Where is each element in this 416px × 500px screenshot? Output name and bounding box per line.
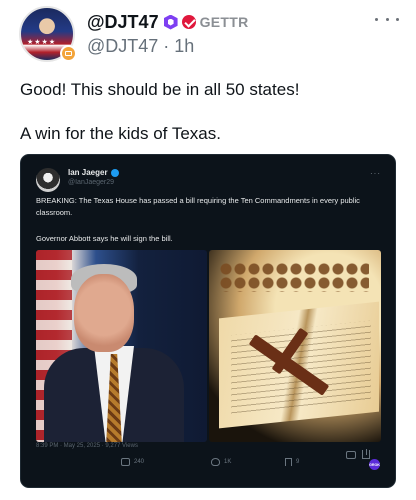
post-header: ★★★★ @DJT47 GETTR @DJT47 · 1h [19,6,399,66]
embedded-avatar[interactable] [36,168,60,192]
embedded-meta: 8:39 PM · May 25, 2025 · 9,277 Views [36,443,138,449]
blue-verified-icon [110,168,119,177]
bookmark-count: 9 [296,459,300,465]
more-options-icon[interactable] [375,14,399,24]
handle-and-time: @DJT47 · 1h [87,36,195,56]
embedded-text-2: Governor Abbott says he will sign the bi… [36,234,173,243]
retweet-icon [121,458,130,466]
post-text-line-1: Good! This should be in all 50 states! [20,80,300,99]
photo-bible-cross[interactable] [209,250,381,442]
rosary-beads [219,262,369,292]
post-text-line-2: A win for the kids of Texas. [20,124,221,143]
verified-hexagon-icon [163,14,178,30]
bookmark-button[interactable]: 9 [285,458,299,466]
photo-governor[interactable] [36,250,207,442]
retweet-button[interactable]: 240 [121,458,144,466]
embedded-actions: 240 1K 9 [36,458,386,472]
retweet-count: 240 [134,459,145,465]
gettr-check-icon [181,15,196,29]
avatar-stars-icon: ★★★★ [27,39,57,46]
bookmark-icon [285,458,292,466]
like-count: 1K [224,459,232,465]
user-line: @DJT47 GETTR [87,10,249,34]
embedded-tweet-card[interactable]: Ian Jaeger @IanJaeger29 ··· BREAKING: Th… [20,154,396,488]
platform-label: GETTR [199,14,249,30]
embedded-text-1: BREAKING: The Texas House has passed a b… [36,196,360,217]
face [74,274,134,352]
camera-badge-icon [60,45,77,62]
embedded-handle: @IanJaeger29 [68,179,115,186]
camera-icon[interactable] [346,451,356,459]
share-icon[interactable] [362,449,370,459]
heart-icon [211,458,220,466]
username[interactable]: @DJT47 [87,12,159,33]
embedded-more-icon[interactable]: ··· [370,169,381,178]
like-button[interactable]: 1K [211,458,231,466]
embedded-name-line: Ian Jaeger [68,168,119,177]
grok-badge[interactable]: GROK [369,459,380,470]
embedded-name[interactable]: Ian Jaeger [68,168,108,177]
